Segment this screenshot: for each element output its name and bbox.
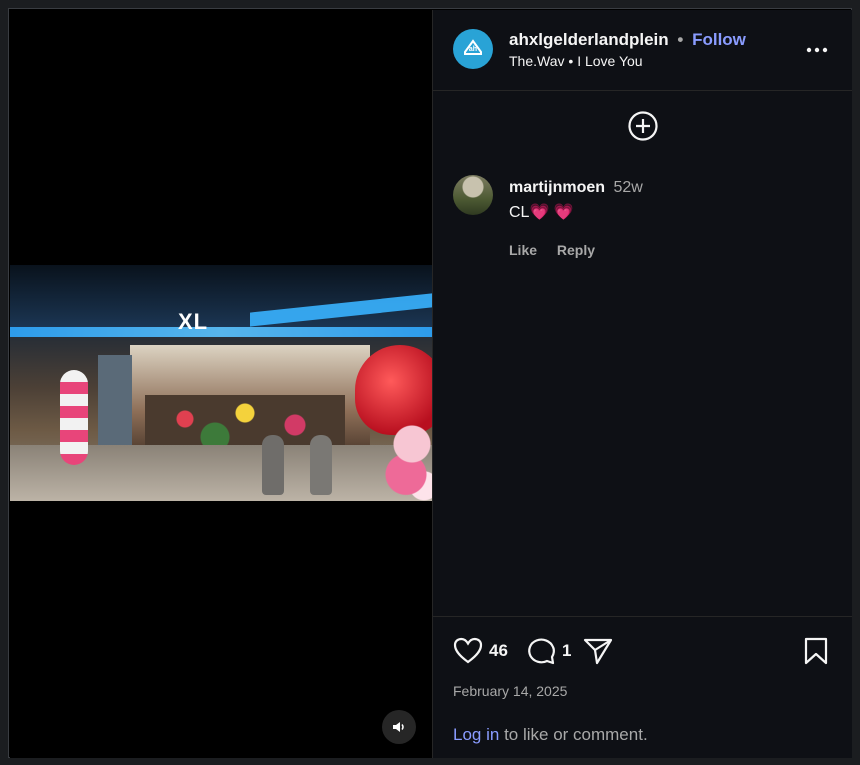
- comment-header: martijnmoen 52w: [509, 179, 643, 197]
- comment-actions: Like Reply: [509, 242, 611, 258]
- login-link[interactable]: Log in: [453, 725, 499, 744]
- login-prompt: Log in to like or comment.: [453, 725, 648, 745]
- add-button[interactable]: [627, 110, 659, 142]
- ah-logo-icon: ah: [464, 39, 482, 55]
- send-icon[interactable]: [583, 637, 613, 665]
- comment-like-button[interactable]: Like: [509, 242, 537, 258]
- heart-balloon: [355, 345, 432, 435]
- author-avatar[interactable]: ah: [453, 29, 493, 69]
- audio-artist[interactable]: The.Wav: [509, 53, 565, 69]
- comment-reply-button[interactable]: Reply: [557, 242, 595, 258]
- plus-circle-icon: [628, 111, 658, 141]
- sound-toggle-button[interactable]: [382, 710, 416, 744]
- media-area: XL: [10, 10, 432, 758]
- child-figure: [310, 435, 332, 495]
- separator-dot: •: [568, 53, 578, 69]
- comment-item: martijnmoen 52w CL💗 💗 Like Reply: [453, 175, 833, 265]
- audio-title[interactable]: I Love You: [577, 53, 642, 69]
- commenter-avatar[interactable]: [453, 175, 493, 215]
- more-horizontal-icon: [806, 47, 828, 53]
- heart-icon[interactable]: [453, 637, 483, 665]
- comment-count[interactable]: 1: [562, 641, 571, 661]
- balloon-column-left: [60, 370, 88, 465]
- author-username[interactable]: ahxlgelderlandplein • Follow: [509, 30, 746, 50]
- separator-dot: •: [677, 30, 684, 49]
- balloon-cluster-right: [382, 425, 432, 501]
- video-blue-light: [10, 327, 432, 337]
- post-dialog: XL ah ahxlgelderlandplein • Follow The.W…: [8, 8, 852, 758]
- like-count[interactable]: 46: [489, 641, 508, 661]
- comment-bubble-icon[interactable]: [526, 637, 556, 665]
- comment-time[interactable]: 52w: [613, 179, 642, 196]
- post-side-panel: ah ahxlgelderlandplein • Follow The.Wav …: [432, 10, 852, 758]
- commenter-username[interactable]: martijnmoen: [509, 179, 605, 196]
- author-username-text[interactable]: ahxlgelderlandplein: [509, 30, 669, 49]
- video-ceiling: [10, 265, 432, 327]
- post-date[interactable]: February 14, 2025: [453, 683, 567, 699]
- post-actions: 46 1 February 14, 2025 Log in to like or…: [433, 616, 852, 759]
- login-prompt-text: to like or comment.: [504, 725, 648, 744]
- audio-info[interactable]: The.Wav • I Love You: [509, 53, 643, 69]
- follow-button[interactable]: Follow: [692, 30, 746, 49]
- speaker-icon: [393, 722, 404, 732]
- share-action: [583, 637, 613, 665]
- more-options-button[interactable]: [804, 40, 830, 60]
- post-header: ah ahxlgelderlandplein • Follow The.Wav …: [433, 10, 852, 91]
- save-action: [803, 637, 829, 665]
- svg-text:ah: ah: [469, 46, 477, 53]
- store-sign: XL: [178, 309, 209, 334]
- post-video[interactable]: XL: [10, 265, 432, 501]
- like-action: 46: [453, 637, 508, 665]
- bookmark-icon[interactable]: [803, 637, 829, 665]
- comment-action: 1: [526, 637, 571, 665]
- child-figure: [262, 435, 284, 495]
- comment-text: CL💗 💗: [509, 204, 574, 221]
